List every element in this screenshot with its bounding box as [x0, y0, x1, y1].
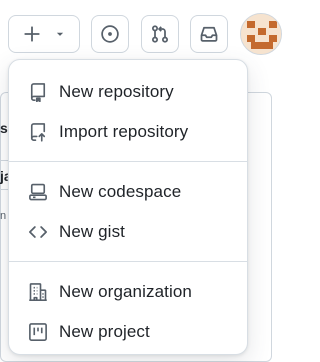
issue-opened-icon [100, 24, 120, 44]
organization-icon [27, 281, 49, 303]
code-icon [27, 221, 49, 243]
menu-item-label: New codespace [59, 182, 182, 201]
menu-divider [9, 261, 247, 262]
codespaces-icon [27, 181, 49, 203]
user-avatar[interactable] [240, 13, 282, 55]
issues-button[interactable] [91, 15, 129, 53]
menu-item-import-repository[interactable]: Import repository [9, 112, 247, 152]
menu-item-new-codespace[interactable]: New codespace [9, 172, 247, 212]
background-text-fragment: n [0, 210, 7, 222]
identicon-avatar [241, 14, 281, 54]
inbox-button[interactable] [190, 15, 228, 53]
create-new-menu: New repository Import repository New cod… [8, 59, 248, 355]
menu-item-new-project[interactable]: New project [9, 312, 247, 352]
menu-item-label: New gist [59, 222, 125, 241]
pull-requests-button[interactable] [141, 15, 179, 53]
background-text-fragment: s [0, 120, 8, 136]
menu-item-label: New repository [59, 82, 174, 101]
menu-item-label: New project [59, 322, 150, 341]
menu-item-new-repository[interactable]: New repository [9, 72, 247, 112]
triangle-down-icon [55, 29, 65, 39]
create-new-button[interactable] [8, 15, 80, 53]
plus-icon [23, 25, 41, 43]
menu-item-new-organization[interactable]: New organization [9, 272, 247, 312]
repo-icon [27, 81, 49, 103]
inbox-icon [199, 24, 219, 44]
menu-item-label: New organization [59, 282, 192, 301]
page: s ja n New repository Import repository … [0, 0, 305, 362]
menu-divider [9, 161, 247, 162]
menu-item-new-gist[interactable]: New gist [9, 212, 247, 252]
repo-push-icon [27, 121, 49, 143]
project-icon [27, 321, 49, 343]
menu-item-label: Import repository [59, 122, 189, 141]
git-pull-request-icon [150, 24, 170, 44]
